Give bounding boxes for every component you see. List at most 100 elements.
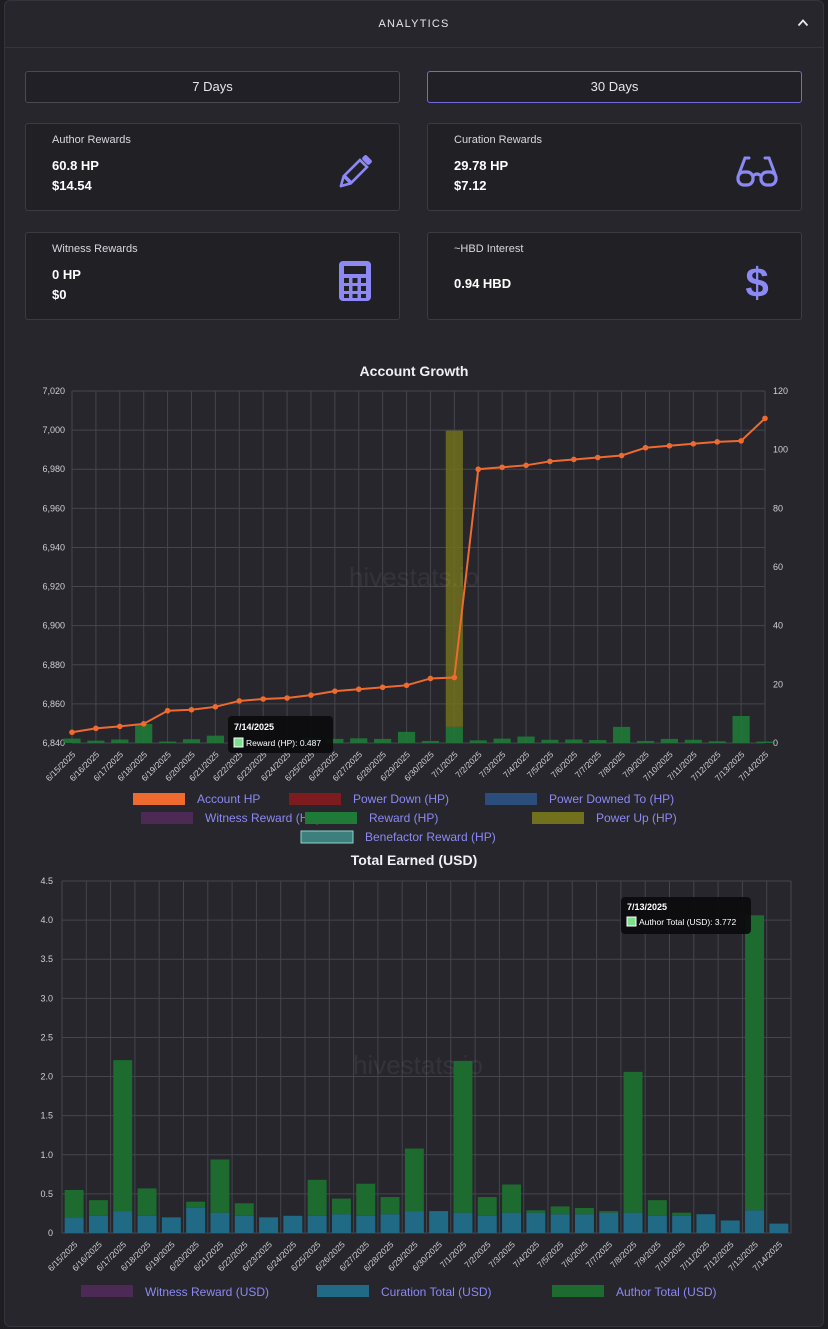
curation-bar [526,1212,546,1233]
curation-bar [477,1215,497,1233]
reward-bar [445,726,463,743]
tooltip-title: 7/13/2025 [627,902,667,912]
card-title: Author Rewards [52,134,131,146]
y2-tick-label: 100 [773,445,788,455]
account-hp-point [642,444,649,451]
card-value-hbd: 0.94 HBD [454,276,512,291]
author-bar [526,1210,546,1213]
y-tick-label: 6,860 [42,699,65,709]
chart-title: Account Growth [360,363,469,379]
account-hp-point [618,452,625,459]
account-hp-point [188,706,195,713]
legend-label: Account HP [197,792,260,806]
chart-title: Total Earned (USD) [351,852,478,868]
curation-rewards-card: Curation Rewards 29.78 HP $7.12 [427,123,802,211]
reward-bar [660,738,679,743]
card-value-usd: $7.12 [454,178,487,193]
author-bar [647,1200,667,1216]
curation-bar [720,1220,740,1233]
y2-tick-label: 0 [773,738,778,748]
reward-bar [708,741,726,743]
legend-swatch [552,1285,604,1297]
reward-bar [63,738,81,743]
curation-bar [137,1215,157,1233]
account-hp-point [475,466,482,473]
card-value-hp: 60.8 HP [52,158,99,173]
y-tick-label: 0.5 [40,1189,53,1199]
chevron-up-icon[interactable] [797,17,809,29]
legend-swatch [317,1285,369,1297]
y-tick-label: 0 [48,1228,53,1238]
legend-label: Witness Reward (USD) [145,1285,269,1299]
account-hp-point [547,458,553,465]
dollar-icon: $ [745,259,768,303]
y-tick-label: 6,880 [42,660,65,670]
reward-bar [541,739,559,743]
legend-label: Author Total (USD) [616,1285,716,1299]
curation-bar [574,1214,594,1233]
curation-bar [210,1212,230,1233]
legend-swatch [305,812,357,824]
curation-bar [647,1215,667,1233]
account-hp-point [666,442,673,449]
legend-swatch [81,1285,133,1297]
account-hp-point [714,439,721,445]
author-bar [210,1159,230,1213]
author-bar [380,1197,400,1215]
curation-bar [502,1212,522,1233]
tab-30-days[interactable]: 30 Days [427,71,802,103]
witness-rewards-card: Witness Rewards 0 HP $0 [25,232,400,320]
author-bar [623,1071,643,1213]
reward-bar [350,738,368,743]
card-title: ~HBD Interest [454,243,524,255]
legend-swatch [485,793,537,805]
card-title: Witness Rewards [52,243,138,255]
card-value-usd: $0 [52,287,67,302]
y-tick-label: 1.5 [40,1111,53,1121]
account-hp-point [427,675,434,682]
curation-bar [64,1217,84,1233]
author-bar [404,1148,424,1212]
y-tick-label: 6,840 [42,738,65,748]
reward-bar [135,723,153,743]
legend-label: Curation Total (USD) [381,1285,491,1299]
watermark: hivestats.io [349,562,479,592]
y-tick-label: 7,000 [42,425,65,435]
curation-bar [453,1212,473,1233]
account-hp-point [212,704,219,710]
glasses-icon [736,156,778,187]
author-bar [745,915,765,1211]
card-value-hp: 0 HP [52,267,81,282]
account-hp-point [571,456,577,463]
curation-bar [745,1210,765,1233]
author-bar [186,1201,206,1208]
y2-tick-label: 20 [773,679,783,689]
legend-swatch [289,793,341,805]
account-hp-point [403,682,410,689]
reward-bar [493,738,511,743]
reward-bar [397,731,416,743]
curation-bar [550,1214,570,1233]
account-hp-point [451,674,458,681]
reward-bar [421,740,440,743]
account-hp-point [499,464,505,471]
y-tick-label: 6,900 [42,621,65,631]
reward-bar [182,739,201,743]
calculator-icon [339,261,371,301]
y-tick-label: 6,940 [42,542,65,552]
curation-bar [380,1214,400,1233]
card-value-usd: $14.54 [52,178,92,193]
analytics-header[interactable]: ANALYTICS [5,1,823,48]
curation-bar [404,1211,424,1233]
curation-bar [623,1212,643,1233]
y-tick-label: 3.0 [40,993,53,1003]
account-hp-point [738,438,744,444]
account-hp-point [690,441,697,447]
account-hp-point [332,688,338,694]
y-tick-label: 6,920 [42,582,65,592]
tab-7-days[interactable]: 7 Days [25,71,400,103]
hbd-interest-card: ~HBD Interest 0.94 HBD $ [427,232,802,320]
author-bar [331,1198,351,1215]
account-hp-point [523,462,529,469]
author-bar [574,1207,594,1215]
